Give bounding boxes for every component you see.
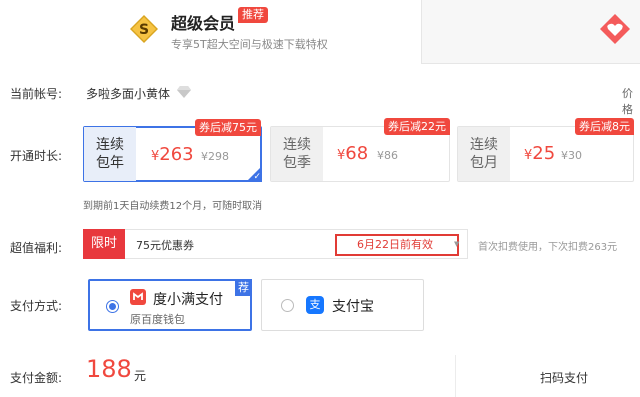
heart-diamond-icon <box>600 14 630 44</box>
account-label: 当前帐号: <box>10 87 63 101</box>
dropdown-arrow-icon[interactable]: ▼ <box>454 240 459 248</box>
coupon-name: 75元优惠券 <box>136 239 194 252</box>
account-name: 多啦多面小黄体 <box>86 87 171 101</box>
pay-method-name: 支付宝 <box>332 299 374 315</box>
plan-name-line1: 连续 <box>96 137 124 153</box>
vip-title: 超级会员 <box>171 14 236 33</box>
plan-discount-tag: 券后减22元 <box>384 118 450 135</box>
vip-icon-letter: S <box>139 22 149 38</box>
radio-selected[interactable] <box>106 300 119 313</box>
selected-check-icon: ✓ <box>246 166 262 182</box>
plan-yearly[interactable]: 连续 包年 ¥263 ¥298 券后减75元 ✓ <box>83 119 262 182</box>
plan-name-line2: 包季 <box>283 155 311 171</box>
recommend-badge: 推荐 <box>238 7 268 23</box>
price-link[interactable]: 价格 <box>622 85 640 117</box>
radio-unselected[interactable] <box>281 299 294 312</box>
duxiaoman-icon <box>130 289 146 305</box>
pay-option-duxiaoman[interactable]: 度小满支付 原百度钱包 荐 <box>88 279 252 331</box>
vip-diamond-icon: S <box>130 15 158 43</box>
diamond-icon <box>177 86 191 98</box>
auto-renew-note: 到期前1天自动续费12个月，可随时取消 <box>83 201 263 212</box>
plan-quarterly[interactable]: 连续 包季 ¥68 ¥86 券后减22元 <box>270 118 450 182</box>
amount-unit: 元 <box>134 369 147 383</box>
coupon-expiry: 6月22日前有效 <box>335 234 459 256</box>
plan-original-price: ¥298 <box>201 150 229 163</box>
plan-original-price: ¥86 <box>377 149 398 162</box>
benefit-note: 首次扣费使用，下次扣费263元 <box>478 242 618 253</box>
plan-name: 连续 包季 <box>271 127 323 181</box>
plan-discount-tag: 券后减8元 <box>575 118 634 135</box>
payment-label: 支付方式: <box>10 299 63 313</box>
alipay-icon: 支 <box>306 296 324 314</box>
divider <box>455 355 456 397</box>
vip-subtitle: 专享5T超大空间与极速下载特权 <box>171 38 328 51</box>
pay-method-name: 度小满支付 <box>153 292 223 308</box>
amount-label: 支付金额: <box>10 371 63 385</box>
plan-monthly[interactable]: 连续 包月 ¥25 ¥30 券后减8元 <box>457 118 634 182</box>
plan-name: 连续 包年 <box>84 127 136 181</box>
plan-name-line2: 包年 <box>96 155 124 171</box>
benefit-label: 超值福利: <box>10 241 63 255</box>
duration-label: 开通时长: <box>10 149 63 163</box>
recommend-tag: 荐 <box>235 279 252 296</box>
plan-original-price: ¥30 <box>561 149 582 162</box>
plan-price-value: 263 <box>159 144 194 165</box>
scan-to-pay-label: 扫码支付 <box>540 371 589 385</box>
limited-time-tag: 限时 <box>83 229 125 259</box>
plan-price: ¥25 <box>524 143 555 164</box>
plan-discount-tag: 券后减75元 <box>195 119 261 136</box>
pay-method-sub: 原百度钱包 <box>130 313 185 326</box>
plan-name-line1: 连续 <box>470 137 498 153</box>
pay-option-alipay[interactable]: 支 支付宝 <box>261 279 424 331</box>
amount-value: 188 <box>86 355 132 383</box>
plan-name: 连续 包月 <box>458 127 510 181</box>
plan-price: ¥68 <box>337 143 368 164</box>
plan-name-line2: 包月 <box>470 155 498 171</box>
plan-price-value: 25 <box>532 143 556 164</box>
plan-name-line1: 连续 <box>283 137 311 153</box>
plan-price: ¥263 <box>151 144 194 165</box>
plan-price-value: 68 <box>345 143 369 164</box>
